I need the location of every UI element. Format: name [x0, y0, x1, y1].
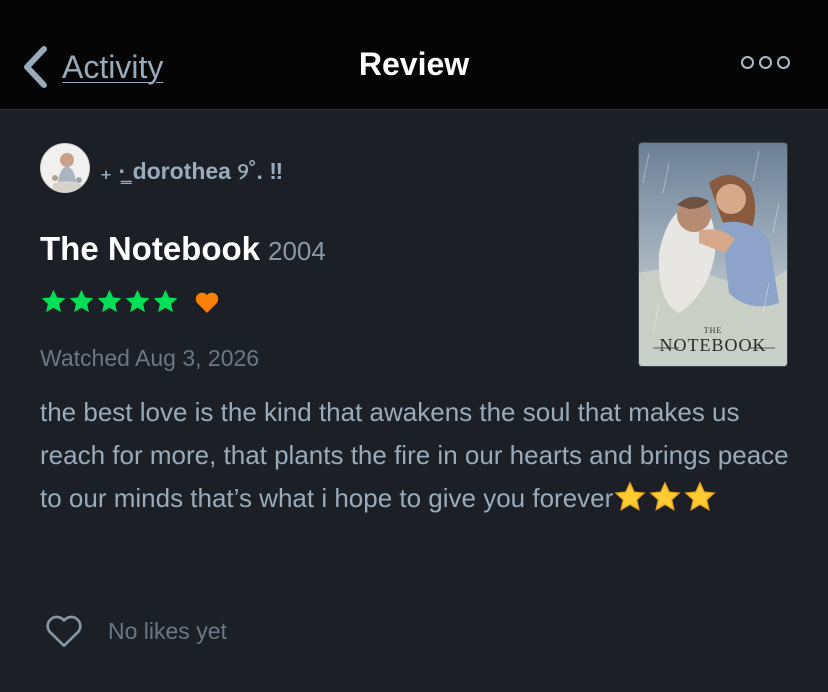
- top-bar: Activity Review: [0, 0, 828, 110]
- author-name[interactable]: ₊ ·͇ dorothea ୨˚. ‼: [100, 158, 283, 185]
- back-button[interactable]: Activity: [22, 42, 163, 92]
- rating-star-icon: [153, 289, 178, 313]
- rating-star-icon: [41, 289, 66, 313]
- like-button[interactable]: No likes yet: [44, 613, 227, 649]
- likes-count-label: No likes yet: [108, 617, 227, 644]
- star-emoji-icon: [649, 481, 681, 511]
- film-poster[interactable]: THE NOTEBOOK: [638, 142, 788, 367]
- poster-title: THE NOTEBOOK: [659, 326, 767, 355]
- film-title[interactable]: The Notebook: [40, 230, 260, 268]
- film-heading: The Notebook 2004: [40, 230, 326, 268]
- more-options-icon[interactable]: [741, 56, 790, 69]
- rating-star-icon: [69, 289, 94, 313]
- review-author[interactable]: ₊ ·͇ dorothea ୨˚. ‼: [40, 143, 283, 193]
- star-emoji-icon: [614, 481, 646, 511]
- review-body: the best love is the kind that awakens t…: [40, 391, 800, 520]
- rating-star-icon: [97, 289, 122, 313]
- liked-heart-icon: [195, 292, 219, 313]
- heart-outline-icon[interactable]: [44, 613, 84, 649]
- film-year[interactable]: 2004: [268, 236, 326, 267]
- chevron-left-icon: [24, 46, 47, 88]
- rating-star-icon: [125, 289, 150, 313]
- back-label[interactable]: Activity: [62, 49, 163, 86]
- avatar[interactable]: [40, 143, 90, 193]
- rating: [40, 288, 220, 315]
- star-emoji-icon: [684, 481, 716, 511]
- watched-date: Watched Aug 3, 2026: [40, 345, 260, 371]
